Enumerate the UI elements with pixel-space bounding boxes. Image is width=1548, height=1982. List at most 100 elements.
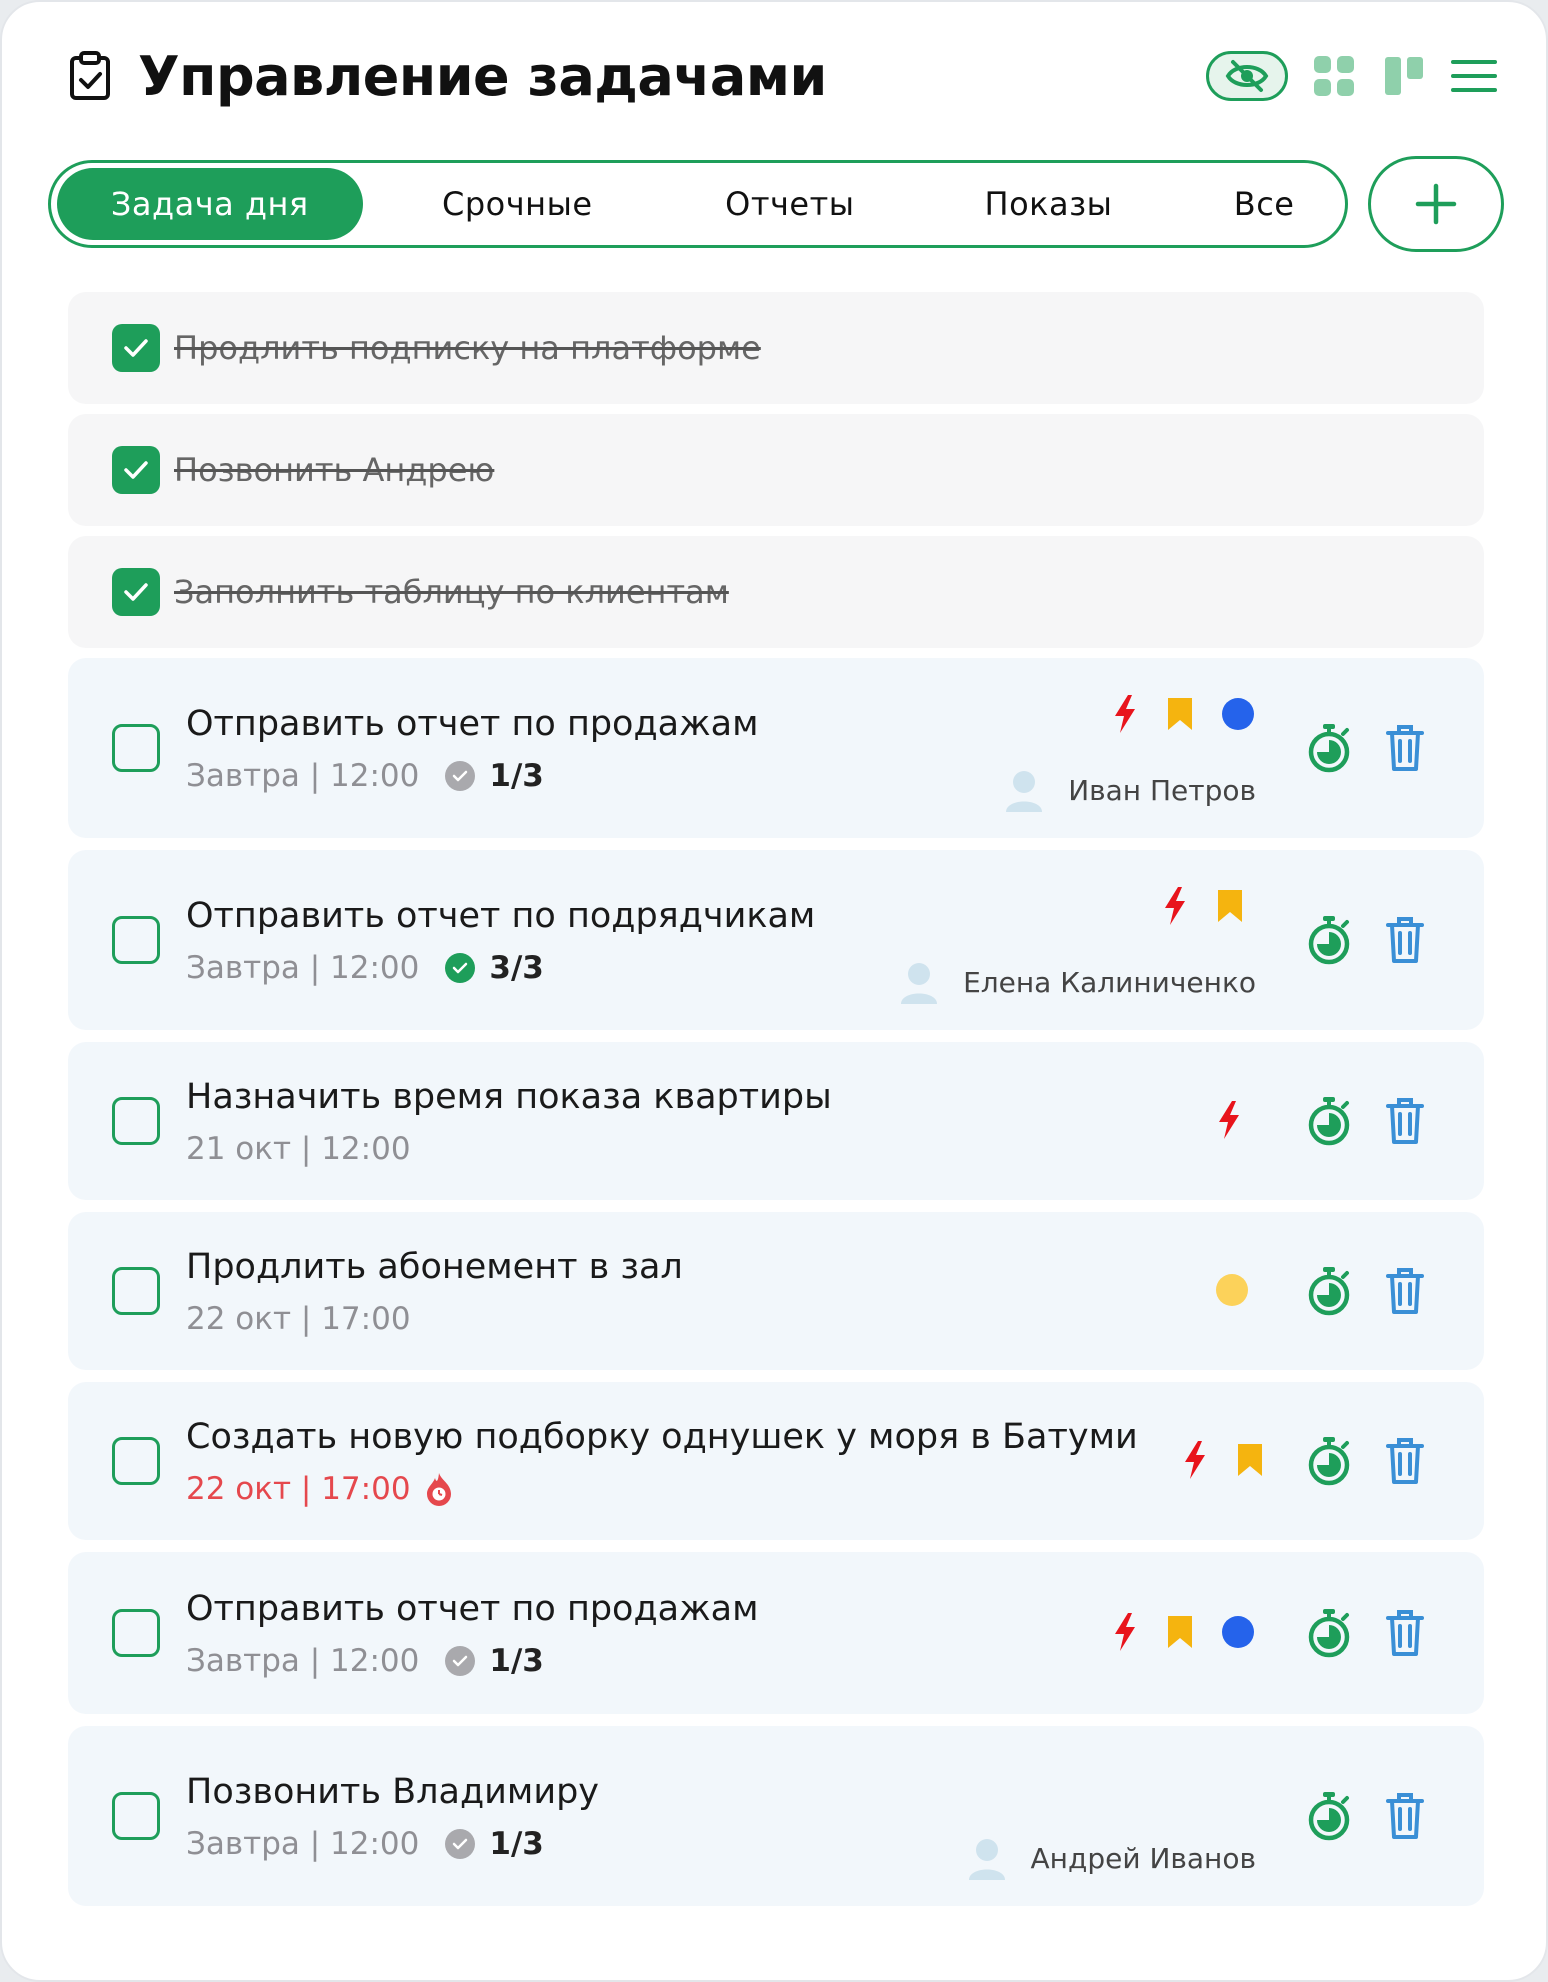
delete-button[interactable]: [1382, 1266, 1428, 1316]
timer-button[interactable]: [1306, 915, 1352, 965]
check-circle-icon: [445, 1829, 476, 1859]
task-checkbox[interactable]: [112, 1609, 160, 1657]
check-circle-icon: [445, 761, 476, 791]
app-window: Управление задачами Задача дня Срочные О…: [0, 0, 1548, 1982]
task-assignee: Елена Калиниченко: [899, 960, 1256, 1004]
tab-urgent[interactable]: Срочные: [363, 168, 673, 240]
list-view-button[interactable]: [1450, 52, 1498, 100]
task-actions: [1306, 1436, 1428, 1486]
task-checkbox-checked[interactable]: [112, 446, 160, 494]
timer-button[interactable]: [1306, 1791, 1352, 1841]
task-checkbox-checked[interactable]: [112, 568, 160, 616]
task-checkbox[interactable]: [112, 1267, 160, 1315]
delete-button[interactable]: [1382, 915, 1428, 965]
check-circle-icon: [445, 953, 476, 983]
header-tools: [1206, 51, 1498, 101]
check-icon: [124, 461, 148, 479]
task-actions: [1306, 723, 1428, 773]
overdue-flame-icon: [426, 1473, 451, 1506]
task-due: Завтра | 12:00: [186, 758, 420, 794]
task-title: Продлить абонемент в зал: [186, 1247, 683, 1287]
timer-button[interactable]: [1306, 723, 1352, 773]
task-list: Продлить подписку на платформе Позвонить…: [68, 292, 1484, 1918]
task-flags: [1112, 694, 1254, 734]
task-checkbox[interactable]: [112, 1097, 160, 1145]
lightning-icon: [1115, 695, 1135, 733]
check-circle-icon: [445, 1646, 476, 1676]
task-due: Завтра | 12:00: [186, 1826, 420, 1862]
task-actions: [1306, 915, 1428, 965]
trash-icon: [1386, 1610, 1424, 1656]
completed-task-item: Позвонить Андрею: [68, 414, 1484, 526]
task-meta: Завтра | 12:00 1/3: [186, 1826, 1484, 1862]
task-item[interactable]: Назначить время показа квартиры 21 окт |…: [68, 1042, 1484, 1200]
subtask-counter: 1/3: [445, 1826, 544, 1862]
task-due: 22 окт | 17:00: [186, 1301, 411, 1337]
completed-task-title[interactable]: Заполнить таблицу по клиентам: [174, 573, 729, 611]
timer-button[interactable]: [1306, 1096, 1352, 1146]
task-checkbox-checked[interactable]: [112, 324, 160, 372]
task-checkbox[interactable]: [112, 1792, 160, 1840]
bookmark-icon: [1168, 1616, 1192, 1648]
completed-task-title[interactable]: Позвонить Андрею: [174, 451, 494, 489]
board-view-button[interactable]: [1380, 52, 1428, 100]
task-item[interactable]: Создать новую подборку однушек у моря в …: [68, 1382, 1484, 1540]
task-content: Продлить абонемент в зал 22 окт | 17:00: [186, 1245, 1484, 1337]
task-meta: Завтра | 12:00 1/3: [186, 758, 1484, 794]
lightning-icon: [1115, 1613, 1135, 1651]
trash-icon: [1386, 1098, 1424, 1144]
tab-all[interactable]: Все: [1189, 168, 1339, 240]
stopwatch-icon: [1308, 1609, 1350, 1658]
add-task-button[interactable]: [1368, 156, 1504, 252]
task-actions: [1306, 1791, 1428, 1841]
lightning-icon: [1185, 1441, 1205, 1479]
task-item[interactable]: Продлить абонемент в зал 22 окт | 17:00: [68, 1212, 1484, 1370]
check-icon: [124, 339, 148, 357]
completed-task-item: Продлить подписку на платформе: [68, 292, 1484, 404]
task-item[interactable]: Отправить отчет по продажам Завтра | 12:…: [68, 1552, 1484, 1714]
avatar-icon: [968, 1839, 1005, 1880]
blue-dot-icon: [1222, 698, 1254, 730]
task-item[interactable]: Позвонить Владимиру Завтра | 12:00 1/3 А…: [68, 1726, 1484, 1906]
task-checkbox[interactable]: [112, 1437, 160, 1485]
stopwatch-icon: [1308, 1267, 1350, 1316]
task-checkbox[interactable]: [112, 724, 160, 772]
task-item[interactable]: Отправить отчет по подрядчикам Завтра | …: [68, 850, 1484, 1030]
timer-button[interactable]: [1306, 1266, 1352, 1316]
delete-button[interactable]: [1382, 1608, 1428, 1658]
delete-button[interactable]: [1382, 1791, 1428, 1841]
grid-view-button[interactable]: [1310, 52, 1358, 100]
timer-button[interactable]: [1306, 1608, 1352, 1658]
avatar-icon: [1006, 771, 1043, 812]
plus-icon: [1415, 183, 1457, 225]
trash-icon: [1386, 1438, 1424, 1484]
task-title: Отправить отчет по подрядчикам: [186, 896, 816, 936]
task-item[interactable]: Отправить отчет по продажам Завтра | 12:…: [68, 658, 1484, 838]
completed-task-item: Заполнить таблицу по клиентам: [68, 536, 1484, 648]
task-content: Создать новую подборку однушек у моря в …: [186, 1415, 1484, 1507]
subtask-counter: 3/3: [445, 950, 544, 986]
task-actions: [1306, 1608, 1428, 1658]
tab-reports[interactable]: Отчеты: [672, 168, 908, 240]
lightning-icon: [1219, 1101, 1239, 1139]
stopwatch-icon: [1308, 1792, 1350, 1841]
avatar-icon: [901, 963, 938, 1004]
tab-showings[interactable]: Показы: [908, 168, 1190, 240]
board-icon: [1385, 57, 1423, 95]
task-title: Назначить время показа квартиры: [186, 1077, 832, 1117]
task-assignee: Иван Петров: [1004, 768, 1256, 812]
yellow-dot-icon: [1216, 1274, 1248, 1306]
delete-button[interactable]: [1382, 1096, 1428, 1146]
task-flags: [1216, 1100, 1242, 1140]
tab-task-of-day[interactable]: Задача дня: [57, 168, 363, 240]
delete-button[interactable]: [1382, 723, 1428, 773]
hide-completed-toggle[interactable]: [1206, 51, 1288, 101]
timer-button[interactable]: [1306, 1436, 1352, 1486]
task-checkbox[interactable]: [112, 916, 160, 964]
clipboard-check-icon: [68, 48, 116, 104]
menu-icon: [1451, 60, 1497, 92]
task-flags: [1182, 1440, 1264, 1480]
subtask-counter: 1/3: [445, 1643, 544, 1679]
delete-button[interactable]: [1382, 1436, 1428, 1486]
completed-task-title[interactable]: Продлить подписку на платформе: [174, 329, 761, 367]
